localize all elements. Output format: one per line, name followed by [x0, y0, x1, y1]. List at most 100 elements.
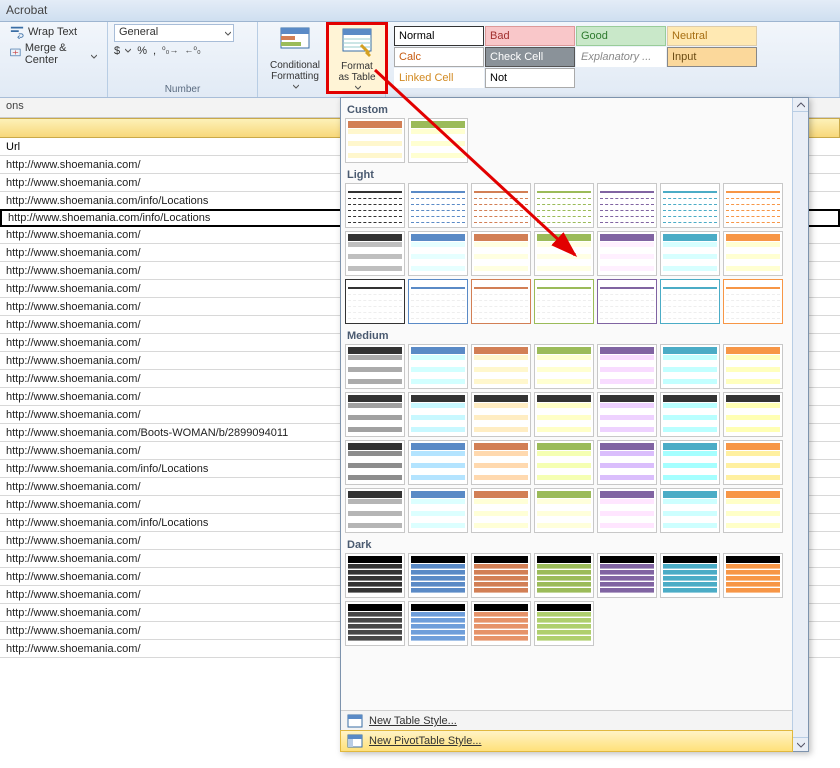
table-style-swatch[interactable]: [723, 344, 783, 389]
table-style-swatch[interactable]: [408, 183, 468, 228]
format-as-table-button[interactable]: Format as Table: [326, 22, 388, 94]
table-style-swatch[interactable]: [723, 279, 783, 324]
cell-style-input[interactable]: Input: [667, 47, 757, 67]
percent-button[interactable]: %: [137, 45, 147, 57]
table-style-swatch[interactable]: [345, 279, 405, 324]
table-style-swatch[interactable]: [345, 231, 405, 276]
cell-style-explanatory-[interactable]: Explanatory ...: [576, 47, 666, 67]
table-style-swatch[interactable]: [408, 440, 468, 485]
table-style-swatch[interactable]: [660, 488, 720, 533]
table-style-swatch[interactable]: [723, 553, 783, 598]
table-style-swatch[interactable]: [471, 231, 531, 276]
cell-style-neutral[interactable]: Neutral: [667, 26, 757, 46]
chevron-down-icon: [225, 28, 231, 34]
gallery-scrollbar[interactable]: [792, 98, 808, 751]
table-style-swatch[interactable]: [408, 553, 468, 598]
comma-button[interactable]: ,: [153, 45, 156, 57]
table-style-swatch[interactable]: [723, 440, 783, 485]
scroll-down-button[interactable]: [793, 737, 808, 751]
table-style-swatch[interactable]: [345, 183, 405, 228]
table-style-swatch[interactable]: [471, 183, 531, 228]
table-style-swatch[interactable]: [408, 118, 468, 163]
table-style-swatch[interactable]: [597, 183, 657, 228]
wrap-text-label: Wrap Text: [28, 26, 77, 38]
table-style-swatch[interactable]: [660, 344, 720, 389]
table-style-swatch[interactable]: [597, 488, 657, 533]
ribbon: Wrap Text Merge & Center General $ % ,: [0, 22, 840, 98]
chevron-down-icon: [91, 51, 97, 57]
table-style-swatch[interactable]: [534, 392, 594, 437]
table-style-swatch[interactable]: [408, 392, 468, 437]
table-style-swatch[interactable]: [597, 392, 657, 437]
table-style-gallery: CustomLightMediumDark New Table Style...…: [340, 97, 809, 752]
cell-style-check-cell[interactable]: Check Cell: [485, 47, 575, 67]
table-style-swatch[interactable]: [660, 279, 720, 324]
number-format-combo[interactable]: General: [114, 24, 234, 42]
table-style-swatch[interactable]: [660, 553, 720, 598]
table-style-swatch[interactable]: [660, 231, 720, 276]
table-style-swatch[interactable]: [408, 344, 468, 389]
currency-button[interactable]: $: [114, 45, 131, 57]
decrease-decimal-button[interactable]: ←⁰₀: [184, 45, 200, 57]
new-table-style-button[interactable]: New Table Style...: [341, 711, 792, 731]
table-style-swatch[interactable]: [345, 392, 405, 437]
table-style-swatch[interactable]: [471, 392, 531, 437]
scroll-up-button[interactable]: [793, 98, 808, 112]
table-style-swatch[interactable]: [534, 488, 594, 533]
table-style-swatch[interactable]: [534, 601, 594, 646]
table-style-swatch[interactable]: [345, 440, 405, 485]
table-style-swatch[interactable]: [471, 279, 531, 324]
table-style-swatch[interactable]: [471, 344, 531, 389]
table-style-swatch[interactable]: [534, 440, 594, 485]
gallery-footer: New Table Style... New PivotTable Style.…: [341, 710, 792, 751]
table-style-swatch[interactable]: [597, 231, 657, 276]
table-style-swatch[interactable]: [723, 231, 783, 276]
table-style-swatch[interactable]: [534, 553, 594, 598]
cell-styles-group: NormalBadGoodNeutral CalcCheck CellExplan…: [386, 22, 840, 97]
table-style-swatch[interactable]: [597, 553, 657, 598]
table-style-swatch[interactable]: [534, 183, 594, 228]
table-style-swatch[interactable]: [534, 279, 594, 324]
increase-decimal-button[interactable]: ⁰₀→: [162, 45, 178, 57]
table-style-swatch[interactable]: [345, 344, 405, 389]
table-style-swatch[interactable]: [723, 392, 783, 437]
table-style-swatch[interactable]: [345, 601, 405, 646]
cell-style-not[interactable]: Not: [485, 68, 575, 88]
merge-label: Merge & Center: [25, 42, 85, 66]
table-style-swatch[interactable]: [723, 183, 783, 228]
table-style-swatch[interactable]: [345, 488, 405, 533]
cell-style-good[interactable]: Good: [576, 26, 666, 46]
table-icon: [347, 714, 363, 728]
wrap-text-button[interactable]: Wrap Text: [6, 24, 101, 40]
cell-style-linked-cell[interactable]: Linked Cell: [394, 68, 484, 88]
cell-style-normal[interactable]: Normal: [394, 26, 484, 46]
gallery-section-title: Custom: [345, 102, 788, 118]
table-style-swatch[interactable]: [471, 601, 531, 646]
table-style-swatch[interactable]: [408, 231, 468, 276]
table-style-swatch[interactable]: [660, 440, 720, 485]
table-style-swatch[interactable]: [345, 118, 405, 163]
table-style-swatch[interactable]: [660, 183, 720, 228]
table-style-swatch[interactable]: [471, 488, 531, 533]
table-style-swatch[interactable]: [723, 488, 783, 533]
table-style-swatch[interactable]: [660, 392, 720, 437]
merge-center-button[interactable]: Merge & Center: [6, 41, 101, 67]
new-table-label: New Table Style...: [369, 715, 457, 727]
table-style-swatch[interactable]: [408, 279, 468, 324]
table-style-swatch[interactable]: [408, 601, 468, 646]
cell-style-bad[interactable]: Bad: [485, 26, 575, 46]
table-style-swatch[interactable]: [471, 440, 531, 485]
table-style-swatch[interactable]: [471, 553, 531, 598]
table-style-swatch[interactable]: [597, 440, 657, 485]
merge-icon: [10, 47, 21, 61]
table-style-swatch[interactable]: [534, 231, 594, 276]
table-style-swatch[interactable]: [345, 553, 405, 598]
title-bar: Acrobat: [0, 0, 840, 22]
table-style-swatch[interactable]: [534, 344, 594, 389]
table-style-swatch[interactable]: [408, 488, 468, 533]
table-style-swatch[interactable]: [597, 279, 657, 324]
conditional-formatting-button[interactable]: Conditional Formatting: [264, 24, 326, 90]
table-style-swatch[interactable]: [597, 344, 657, 389]
new-pivot-style-button[interactable]: New PivotTable Style...: [340, 730, 793, 752]
cell-style-calc[interactable]: Calc: [394, 47, 484, 67]
